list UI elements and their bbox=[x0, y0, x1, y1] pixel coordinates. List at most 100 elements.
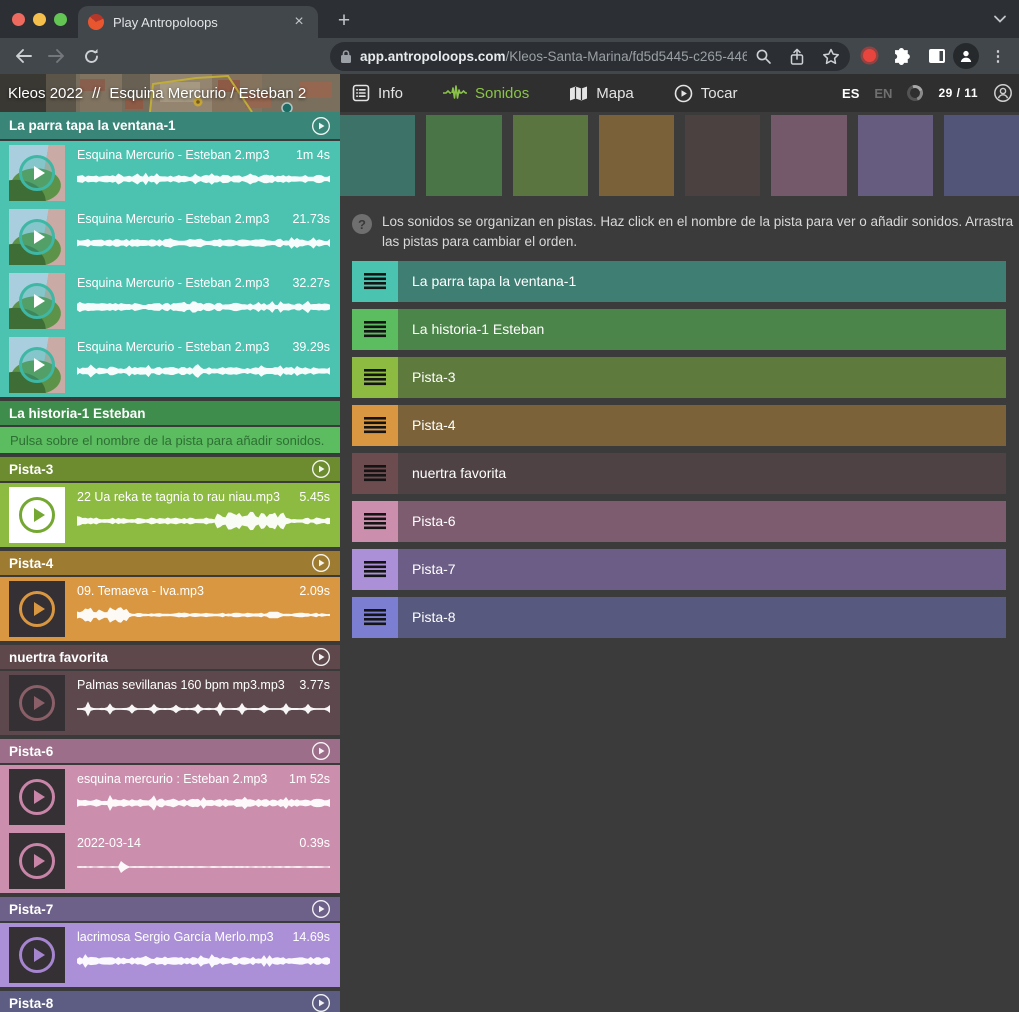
track-clip[interactable]: Esquina Mercurio - Esteban 2.mp321.73s bbox=[0, 205, 340, 269]
section-play-button[interactable] bbox=[311, 459, 331, 479]
clip-waveform[interactable] bbox=[77, 855, 330, 879]
track-row[interactable]: Pista-6 bbox=[352, 501, 1006, 542]
nav-tab-sonidos[interactable]: Sonidos bbox=[443, 84, 529, 102]
browser-tab[interactable]: Play Antropoloops × bbox=[78, 6, 318, 38]
clip-thumbnail[interactable] bbox=[9, 833, 65, 889]
track-swatch[interactable] bbox=[426, 115, 501, 196]
clip-thumbnail[interactable] bbox=[9, 209, 65, 265]
lang-es[interactable]: ES bbox=[842, 86, 859, 101]
project-name[interactable]: Kleos 2022 bbox=[8, 85, 83, 102]
nav-tab-mapa[interactable]: Mapa bbox=[569, 85, 634, 102]
track-clip[interactable]: Esquina Mercurio - Esteban 2.mp31m 4s bbox=[0, 141, 340, 205]
track-section-header[interactable]: Pista-7 bbox=[0, 897, 340, 921]
track-swatch[interactable] bbox=[513, 115, 588, 196]
track-section-header[interactable]: La historia-1 Esteban bbox=[0, 401, 340, 425]
track-row-body[interactable]: La parra tapa la ventana-1 bbox=[398, 261, 1006, 302]
section-play-button[interactable] bbox=[311, 741, 331, 761]
clip-waveform[interactable] bbox=[77, 167, 330, 191]
drag-handle[interactable] bbox=[352, 405, 398, 446]
drag-handle[interactable] bbox=[352, 453, 398, 494]
track-clip[interactable]: 2022-03-140.39s bbox=[0, 829, 340, 893]
back-button[interactable] bbox=[10, 43, 36, 69]
track-row-body[interactable]: Pista-7 bbox=[398, 549, 1006, 590]
track-section-header[interactable]: La parra tapa la ventana-1 bbox=[0, 112, 340, 139]
track-row[interactable]: La parra tapa la ventana-1 bbox=[352, 261, 1006, 302]
menu-dots-icon[interactable]: ⋮ bbox=[985, 43, 1011, 69]
track-clip[interactable]: Esquina Mercurio - Esteban 2.mp332.27s bbox=[0, 269, 340, 333]
track-row[interactable]: La historia-1 Esteban bbox=[352, 309, 1006, 350]
account-icon[interactable] bbox=[993, 83, 1013, 103]
clip-play-overlay[interactable] bbox=[19, 591, 55, 627]
extensions-puzzle-icon[interactable] bbox=[890, 43, 916, 69]
track-row-body[interactable]: Pista-4 bbox=[398, 405, 1006, 446]
track-clip[interactable]: Palmas sevillanas 160 bpm mp3.mp33.77s bbox=[0, 671, 340, 735]
nav-tab-tocar[interactable]: Tocar bbox=[674, 84, 738, 103]
clip-waveform[interactable] bbox=[77, 791, 330, 815]
clip-waveform[interactable] bbox=[77, 949, 330, 973]
clip-thumbnail[interactable] bbox=[9, 337, 65, 393]
track-section-header[interactable]: Pista-4 bbox=[0, 551, 340, 575]
record-indicator[interactable] bbox=[863, 49, 876, 62]
section-play-button[interactable] bbox=[311, 899, 331, 919]
clip-play-overlay[interactable] bbox=[19, 155, 55, 191]
track-clip[interactable]: esquina mercurio : Esteban 2.mp31m 52s bbox=[0, 765, 340, 829]
track-swatch[interactable] bbox=[858, 115, 933, 196]
track-swatch[interactable] bbox=[685, 115, 760, 196]
track-section-header[interactable]: Pista-6 bbox=[0, 739, 340, 763]
track-section-header[interactable]: nuertra favorita bbox=[0, 645, 340, 669]
section-play-button[interactable] bbox=[311, 116, 331, 136]
clip-thumbnail[interactable] bbox=[9, 581, 65, 637]
clip-waveform[interactable] bbox=[77, 509, 330, 533]
forward-button[interactable] bbox=[44, 43, 70, 69]
track-row[interactable]: nuertra favorita bbox=[352, 453, 1006, 494]
profile-avatar[interactable] bbox=[953, 43, 979, 69]
clip-thumbnail[interactable] bbox=[9, 769, 65, 825]
clip-waveform[interactable] bbox=[77, 359, 330, 383]
track-section-header[interactable]: Pista-3 bbox=[0, 457, 340, 481]
drag-handle[interactable] bbox=[352, 549, 398, 590]
track-clip[interactable]: 09. Temaeva - Iva.mp32.09s bbox=[0, 577, 340, 641]
track-swatch[interactable] bbox=[944, 115, 1019, 196]
track-row[interactable]: Pista-7 bbox=[352, 549, 1006, 590]
track-clip[interactable]: Esquina Mercurio - Esteban 2.mp339.29s bbox=[0, 333, 340, 397]
side-panel-icon[interactable] bbox=[924, 43, 950, 69]
track-clip[interactable]: 22 Ua reka te tagnia to rau niau.mp35.45… bbox=[0, 483, 340, 547]
track-row-body[interactable]: nuertra favorita bbox=[398, 453, 1006, 494]
section-play-button[interactable] bbox=[311, 993, 331, 1012]
clip-play-overlay[interactable] bbox=[19, 497, 55, 533]
close-window-button[interactable] bbox=[12, 13, 25, 26]
clip-play-overlay[interactable] bbox=[19, 347, 55, 383]
drag-handle[interactable] bbox=[352, 357, 398, 398]
clip-play-overlay[interactable] bbox=[19, 219, 55, 255]
track-section-header[interactable]: Pista-8 bbox=[0, 991, 340, 1012]
clip-waveform[interactable] bbox=[77, 231, 330, 255]
clip-play-overlay[interactable] bbox=[19, 843, 55, 879]
share-icon[interactable] bbox=[789, 48, 805, 66]
section-play-button[interactable] bbox=[311, 647, 331, 667]
clip-play-overlay[interactable] bbox=[19, 779, 55, 815]
new-tab-button[interactable]: + bbox=[331, 8, 357, 34]
track-swatch[interactable] bbox=[599, 115, 674, 196]
track-row-body[interactable]: La historia-1 Esteban bbox=[398, 309, 1006, 350]
nav-tab-info[interactable]: Info bbox=[352, 84, 403, 102]
track-row-body[interactable]: Pista-6 bbox=[398, 501, 1006, 542]
minimize-window-button[interactable] bbox=[33, 13, 46, 26]
drag-handle[interactable] bbox=[352, 597, 398, 638]
zoom-icon[interactable] bbox=[755, 48, 772, 65]
section-play-button[interactable] bbox=[311, 553, 331, 573]
tab-close-icon[interactable]: × bbox=[290, 13, 308, 31]
drag-handle[interactable] bbox=[352, 309, 398, 350]
lang-en[interactable]: EN bbox=[874, 86, 892, 101]
drag-handle[interactable] bbox=[352, 261, 398, 302]
track-row[interactable]: Pista-8 bbox=[352, 597, 1006, 638]
clip-play-overlay[interactable] bbox=[19, 685, 55, 721]
reload-button[interactable] bbox=[78, 43, 104, 69]
track-row-body[interactable]: Pista-3 bbox=[398, 357, 1006, 398]
clip-play-overlay[interactable] bbox=[19, 937, 55, 973]
clip-thumbnail[interactable] bbox=[9, 927, 65, 983]
track-row[interactable]: Pista-4 bbox=[352, 405, 1006, 446]
clip-thumbnail[interactable] bbox=[9, 675, 65, 731]
track-swatch[interactable] bbox=[771, 115, 846, 196]
bookmark-star-icon[interactable] bbox=[822, 48, 840, 65]
clip-waveform[interactable] bbox=[77, 295, 330, 319]
